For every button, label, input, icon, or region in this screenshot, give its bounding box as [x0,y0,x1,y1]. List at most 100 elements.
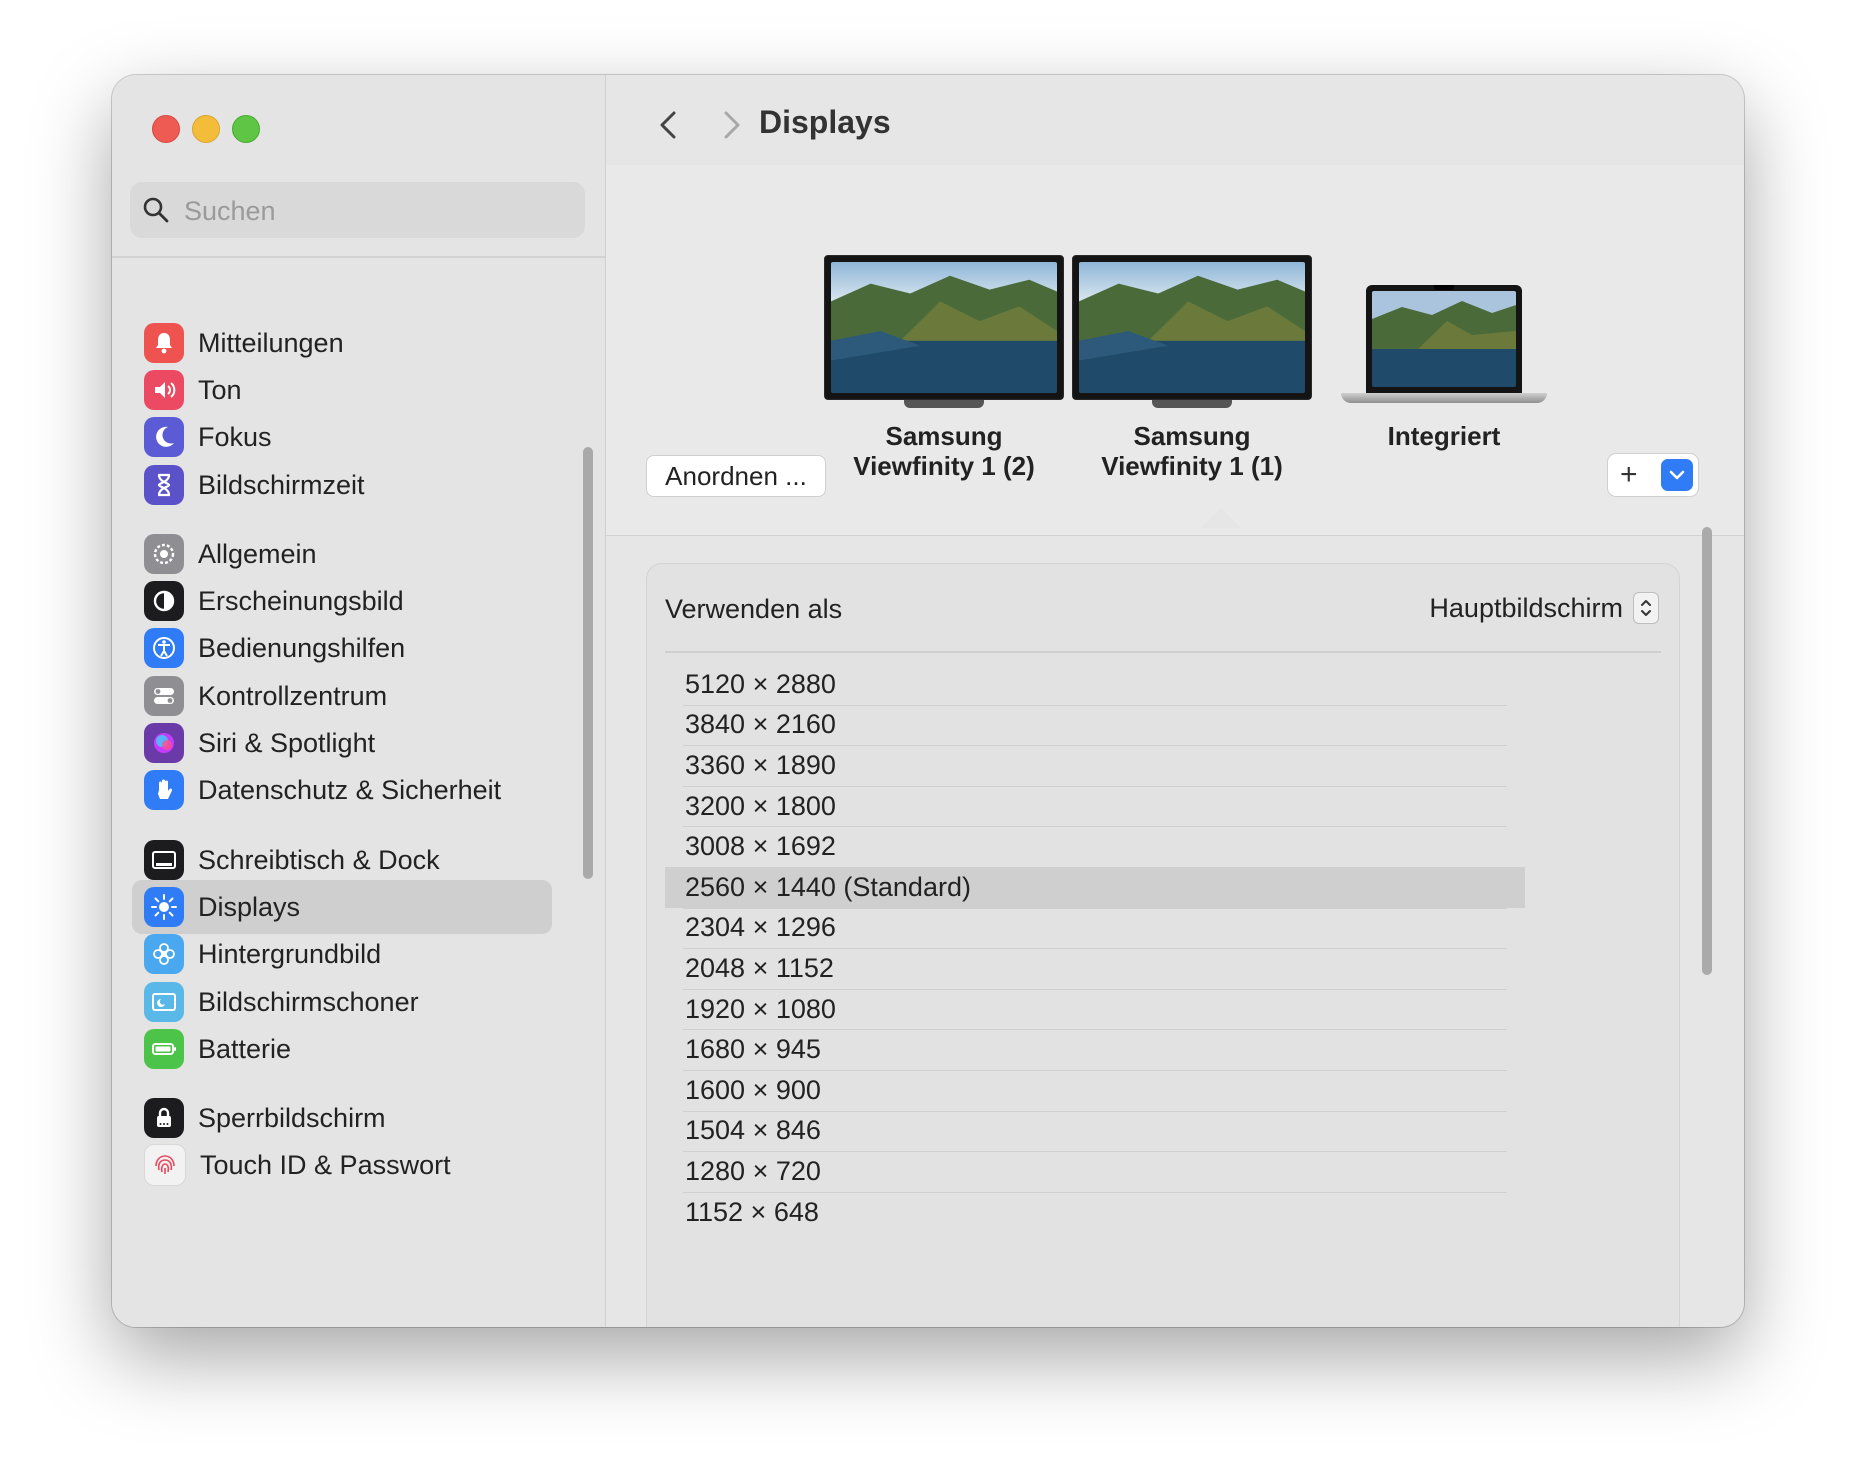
resolution-option[interactable]: 1680 × 945 [665,1029,1525,1070]
sidebar-item-sperrbildschirm[interactable]: Sperrbildschirm [132,1091,552,1145]
selected-display-pointer [1201,508,1241,528]
resolution-label: 2048 × 1152 [685,952,834,983]
resolution-label: 3360 × 1890 [685,749,836,780]
sidebar-item-fokus[interactable]: Fokus [132,410,552,464]
resolution-label: 2304 × 1296 [685,912,836,943]
appearance-icon [144,581,184,621]
zoom-window-button[interactable] [232,115,260,143]
display-label-samsung-2[interactable]: Samsung Viewfinity 1 (2) [814,421,1074,481]
sidebar-item-label: Kontrollzentrum [198,680,388,711]
sidebar-item-label: Touch ID & Passwort [200,1149,451,1180]
resolution-label: 1504 × 846 [685,1115,821,1146]
laptop-notch [1434,285,1454,290]
sidebar-item-ton[interactable]: Ton [132,363,552,417]
sidebar-item-label: Mitteilungen [198,327,344,358]
main-pane: Displays Samsung Viewfinity 1 (2) Samsun… [606,75,1744,1327]
sidebar-item-touch-id-passwort[interactable]: Touch ID & Passwort [132,1138,552,1192]
resolution-option[interactable]: 2304 × 1296 [665,908,1525,949]
display-thumbnail-samsung-1[interactable] [1072,255,1312,408]
display-settings-panel: Verwenden als Hauptbildschirm 5120 × 288… [646,563,1680,1327]
close-window-button[interactable] [152,115,180,143]
search-field[interactable] [130,182,585,240]
forward-icon[interactable] [710,105,750,145]
sidebar-item-bildschirmschoner[interactable]: Bildschirmschoner [132,975,552,1029]
sidebar-item-kontrollzentrum[interactable]: Kontrollzentrum [132,669,552,723]
display-thumbnail-integriert[interactable] [1341,285,1547,403]
display-label-line: Samsung [885,421,1003,451]
flower-icon [144,934,184,974]
display-screen [824,255,1064,400]
sidebar-item-hintergrundbild[interactable]: Hintergrundbild [132,927,552,981]
updown-chevron-icon [1633,592,1659,624]
laptop-lid [1366,285,1522,393]
sidebar-item-label: Hintergrundbild [198,938,382,969]
use-as-popup[interactable]: Hauptbildschirm [1429,586,1659,630]
lock-icon [144,1098,184,1138]
main-scrollbar[interactable] [1702,527,1712,975]
resolution-option[interactable]: 2560 × 1440 (Standard) [665,867,1525,908]
sidebar-item-siri-spotlight[interactable]: Siri & Spotlight [132,716,552,770]
resolution-option[interactable]: 1280 × 720 [665,1151,1525,1192]
moon-icon [144,417,184,457]
sidebar-item-label: Schreibtisch & Dock [198,844,440,875]
dock-icon [144,840,184,880]
resolution-label: 1680 × 945 [685,1034,821,1065]
sidebar-item-schreibtisch-dock[interactable]: Schreibtisch & Dock [132,833,552,887]
resolution-option[interactable]: 1152 × 648 [665,1192,1525,1233]
sidebar-divider [112,256,605,258]
sidebar-item-datenschutz-sicherheit[interactable]: Datenschutz & Sicherheit [132,763,552,817]
minimize-window-button[interactable] [192,115,220,143]
resolution-label: 3840 × 2160 [685,709,836,740]
sidebar-item-displays[interactable]: Displays [132,880,552,934]
wallpaper-image [831,262,1057,393]
sidebar-item-bedienungshilfen[interactable]: Bedienungshilfen [132,621,552,675]
add-display-menu-button[interactable] [1661,459,1693,491]
sidebar-item-bildschirmzeit[interactable]: Bildschirmzeit [132,458,552,512]
add-display-button[interactable]: + [1620,460,1638,490]
resolution-option[interactable]: 1504 × 846 [665,1111,1525,1152]
gear-icon [144,534,184,574]
laptop-base [1341,393,1547,403]
resolution-option[interactable]: 2048 × 1152 [665,948,1525,989]
search-icon [143,197,169,223]
search-input[interactable] [182,182,576,240]
accessibility-icon [144,628,184,668]
display-label-line: Integriert [1387,421,1501,451]
sidebar-scrollbar[interactable] [583,447,593,879]
sidebar-item-allgemein[interactable]: Allgemein [132,527,552,581]
resolution-option[interactable]: 3360 × 1890 [665,745,1525,786]
sidebar-item-erscheinungsbild[interactable]: Erscheinungsbild [132,574,552,628]
resolution-option[interactable]: 3200 × 1800 [665,786,1525,827]
bell-icon [144,323,184,363]
sidebar-item-batterie[interactable]: Batterie [132,1022,552,1076]
battery-icon [144,1029,184,1069]
display-screen [1072,255,1312,400]
display-label-integriert[interactable]: Integriert [1314,421,1574,451]
resolution-option[interactable]: 1920 × 1080 [665,989,1525,1030]
arrange-button[interactable]: Anordnen ... [646,455,826,497]
sidebar-item-label: Siri & Spotlight [198,727,376,758]
sidebar-item-label: Sperrbildschirm [198,1102,386,1133]
resolution-option[interactable]: 3008 × 1692 [665,826,1525,867]
display-label-line: Viewfinity 1 (1) [1101,451,1283,481]
add-display-control[interactable]: + [1607,453,1699,497]
resolution-label: 5120 × 2880 [685,668,836,699]
sidebar-item-mitteilungen[interactable]: Mitteilungen [132,316,552,370]
display-thumbnail-samsung-2[interactable] [824,255,1064,408]
back-icon[interactable] [650,105,690,145]
hourglass-icon [144,465,184,505]
wallpaper-image [1079,262,1305,393]
resolution-option[interactable]: 5120 × 2880 [665,664,1525,705]
use-as-label: Verwenden als [665,594,843,624]
page-title: Displays [759,104,891,140]
resolution-label: 1920 × 1080 [685,993,836,1024]
resolution-label: 3200 × 1800 [685,790,836,821]
settings-window: Mitteilungen Ton Fokus Bildschirmzeit Allgem… [112,75,1744,1327]
resolution-option[interactable]: 3840 × 2160 [665,705,1525,746]
use-as-value: Hauptbildschirm [1429,592,1623,623]
display-label-samsung-1[interactable]: Samsung Viewfinity 1 (1) [1062,421,1322,481]
chevron-down-icon [1669,470,1685,480]
resolution-option[interactable]: 1600 × 900 [665,1070,1525,1111]
display-stand [904,400,984,408]
resolution-label: 1152 × 648 [685,1196,819,1227]
